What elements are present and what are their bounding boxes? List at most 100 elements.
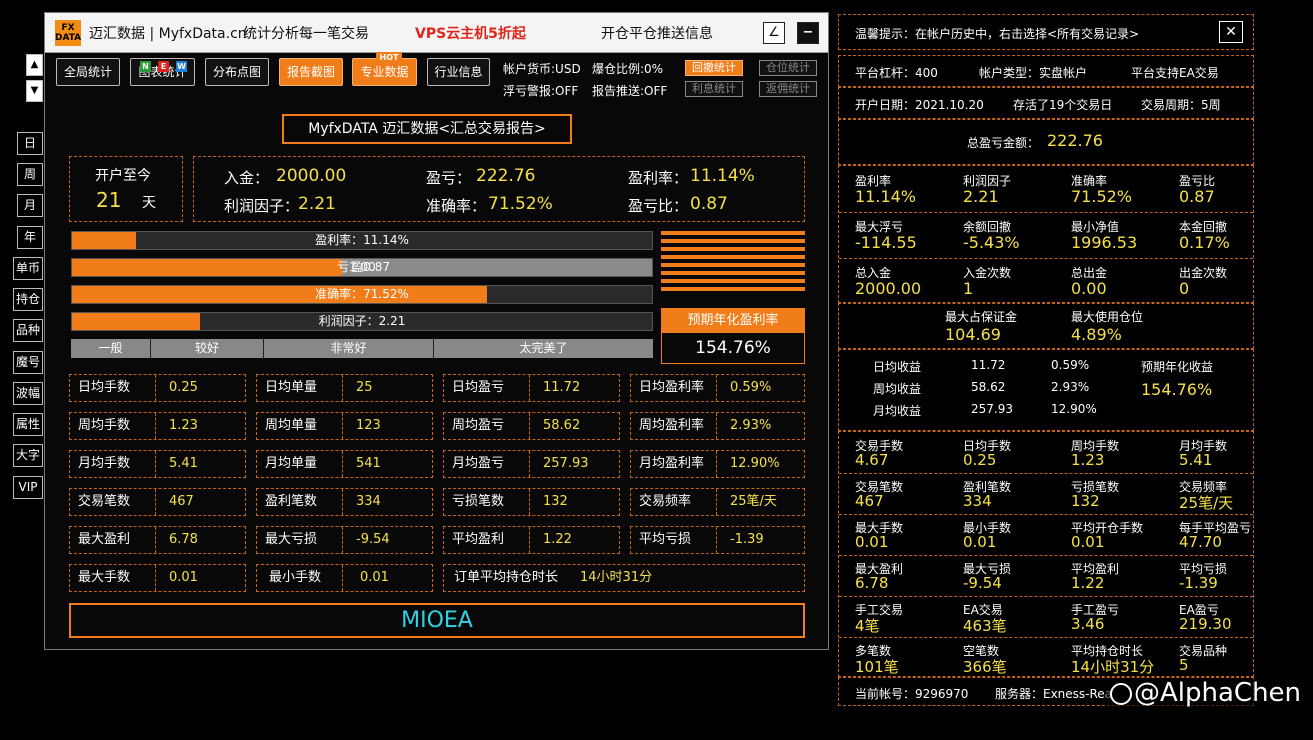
accuracy-bar: 准确率：71.52% — [71, 285, 653, 304]
income-value: 11.72 — [971, 358, 1006, 372]
win-rate-value: 11.14% — [690, 166, 755, 186]
side-holding[interactable]: 持仓 — [13, 288, 43, 311]
new-badge-w: W — [176, 61, 187, 72]
metric-value: 0.25 — [963, 451, 997, 469]
stat-label: 日均手数 — [78, 380, 131, 395]
tab-global-stats[interactable]: 全局统计 — [56, 58, 120, 86]
min-lots-label: 最小手数 — [269, 570, 322, 585]
close-icon[interactable]: ✕ — [1219, 21, 1243, 43]
side-year[interactable]: 年 — [17, 226, 43, 249]
loss-label: 亏1.00 — [337, 260, 376, 274]
side-day[interactable]: 日 — [17, 132, 43, 155]
tip-text: 温馨提示：在帐户历史中，右击选择<所有交易记录> — [855, 27, 1140, 41]
win-rate-label: 盈利率： — [628, 169, 689, 187]
tab-industry-info[interactable]: 行业信息 — [427, 58, 490, 86]
stat-cell: 月均手数 5.41 — [69, 450, 246, 478]
hot-badge: HOT — [376, 52, 402, 63]
margin-row: 最大占保证金 104.69 最大使用仓位 4.89% — [838, 303, 1254, 349]
stat-label: 最大盈利 — [78, 532, 131, 547]
edit-button[interactable]: ∠ — [763, 22, 785, 44]
stat-label: 日均盈亏 — [452, 380, 505, 395]
side-big-font[interactable]: 大字 — [13, 444, 43, 467]
metric-value: 334 — [963, 492, 992, 510]
open-date: 开户日期：2021.10.20 — [855, 98, 984, 112]
metric-value: 0.87 — [1179, 187, 1215, 206]
tab-distribution[interactable]: 分布点图 — [205, 58, 269, 86]
side-week[interactable]: 周 — [17, 163, 43, 186]
position-value: 4.89% — [1071, 325, 1122, 344]
metric-value: 3.46 — [1071, 615, 1105, 633]
rebate-stats-button[interactable]: 返佣统计 — [759, 81, 817, 97]
title-bar: FX DATA 迈汇数据 | MyfxData.cn 统计分析每一笔交易 VPS云… — [45, 13, 828, 53]
survival-days: 存活了19个交易日 — [1013, 98, 1113, 112]
income-value: 257.93 — [971, 402, 1013, 416]
app-title: 迈汇数据 | MyfxData.cn — [89, 26, 247, 42]
minimize-button[interactable]: − — [797, 22, 819, 44]
new-badge-e: E — [158, 61, 169, 72]
stat-label: 交易频率 — [639, 494, 692, 509]
stat-value: -1.39 — [730, 532, 764, 547]
stat-cell: 交易频率 25笔/天 — [630, 488, 805, 516]
annual-label: 预期年化盈利率 — [662, 309, 804, 333]
pnl-label: 盈亏： — [426, 169, 472, 187]
stat-label: 平均亏损 — [639, 532, 692, 547]
stat-label: 亏损笔数 — [452, 494, 505, 509]
trade-cycle: 交易周期：5周 — [1141, 98, 1221, 112]
fxdata-logo: FX DATA — [55, 20, 81, 46]
metric-value: -9.54 — [963, 574, 1002, 592]
side-attribute[interactable]: 属性 — [13, 413, 43, 436]
side-vip[interactable]: VIP — [13, 476, 43, 499]
min-lots-cell: 最小手数 0.01 — [256, 564, 433, 592]
accuracy-value: 71.52% — [488, 194, 553, 214]
watermark-text: @AlphaChen — [1134, 678, 1302, 708]
pf-label: 利润因子： — [224, 197, 300, 215]
position-stats-button[interactable]: 仓位统计 — [759, 60, 817, 76]
win-loss-bar: 盈0.87 亏1.00 — [71, 258, 653, 277]
stat-label: 平均盈利 — [452, 532, 505, 547]
tab-report-screenshot[interactable]: 报告截图 — [279, 58, 343, 86]
metrics-block-2: 交易手数 4.67 日均手数 0.25 周均手数 1.23 月均手数 5.41 交易笔数 467 盈… — [838, 431, 1254, 677]
vps-promo-link[interactable]: VPS云主机5折起 — [415, 23, 526, 43]
stat-value: 1.22 — [543, 532, 572, 547]
scroll-down-button[interactable]: ▼ — [26, 80, 43, 102]
drawdown-stats-button[interactable]: 回撤统计 — [685, 60, 743, 76]
ea-support: 平台支持EA交易 — [1131, 66, 1219, 80]
stat-value: 25 — [356, 380, 373, 395]
open-label: 开户至今 — [95, 168, 151, 184]
side-magic[interactable]: 魔号 — [13, 351, 43, 374]
stat-cell: 亏损笔数 132 — [443, 488, 620, 516]
stat-value: 0.25 — [169, 380, 198, 395]
profit-rate-bar-label: 盈利率：11.14% — [315, 233, 409, 247]
stat-cell: 日均单量 25 — [256, 374, 433, 402]
stat-label: 交易笔数 — [78, 494, 131, 509]
metric-value: 4.67 — [855, 451, 889, 469]
stat-cell: 周均单量 123 — [256, 412, 433, 440]
income-label: 月均收益 — [873, 404, 922, 418]
leverage: 平台杠杆：400 — [855, 66, 938, 80]
author-icon — [1110, 682, 1132, 705]
push-info-link[interactable]: 开仓平仓推送信息 — [601, 23, 713, 43]
income-value: 0.59% — [1051, 358, 1090, 372]
metric-value: -5.43% — [963, 233, 1020, 252]
side-amplitude[interactable]: 波幅 — [13, 382, 43, 405]
interest-stats-button[interactable]: 利息统计 — [685, 81, 743, 97]
stat-value: 5.41 — [169, 456, 198, 471]
pf-value: 2.21 — [298, 194, 336, 214]
annual-income-value: 154.76% — [1141, 380, 1213, 399]
stat-value: 12.90% — [730, 456, 780, 471]
metric-value: 5.41 — [1179, 451, 1213, 469]
side-month[interactable]: 月 — [17, 194, 43, 217]
metric-value: 2.21 — [963, 187, 999, 206]
stat-value: 58.62 — [543, 418, 581, 433]
win-loss-bar-fill — [72, 259, 342, 276]
scroll-up-button[interactable]: ▲ — [26, 54, 43, 76]
stat-value: 467 — [169, 494, 194, 509]
stat-value: 0.59% — [730, 380, 772, 395]
days-box: 开户至今 21 天 — [69, 156, 183, 222]
scale-perfect: 太完美了 — [519, 341, 568, 355]
side-symbol[interactable]: 品种 — [13, 319, 43, 342]
metric-value: 0.01 — [963, 533, 997, 551]
stat-label: 周均盈利率 — [639, 418, 705, 433]
accuracy-bar-label: 准确率：71.52% — [315, 287, 409, 301]
side-single-currency[interactable]: 单币 — [13, 257, 43, 280]
